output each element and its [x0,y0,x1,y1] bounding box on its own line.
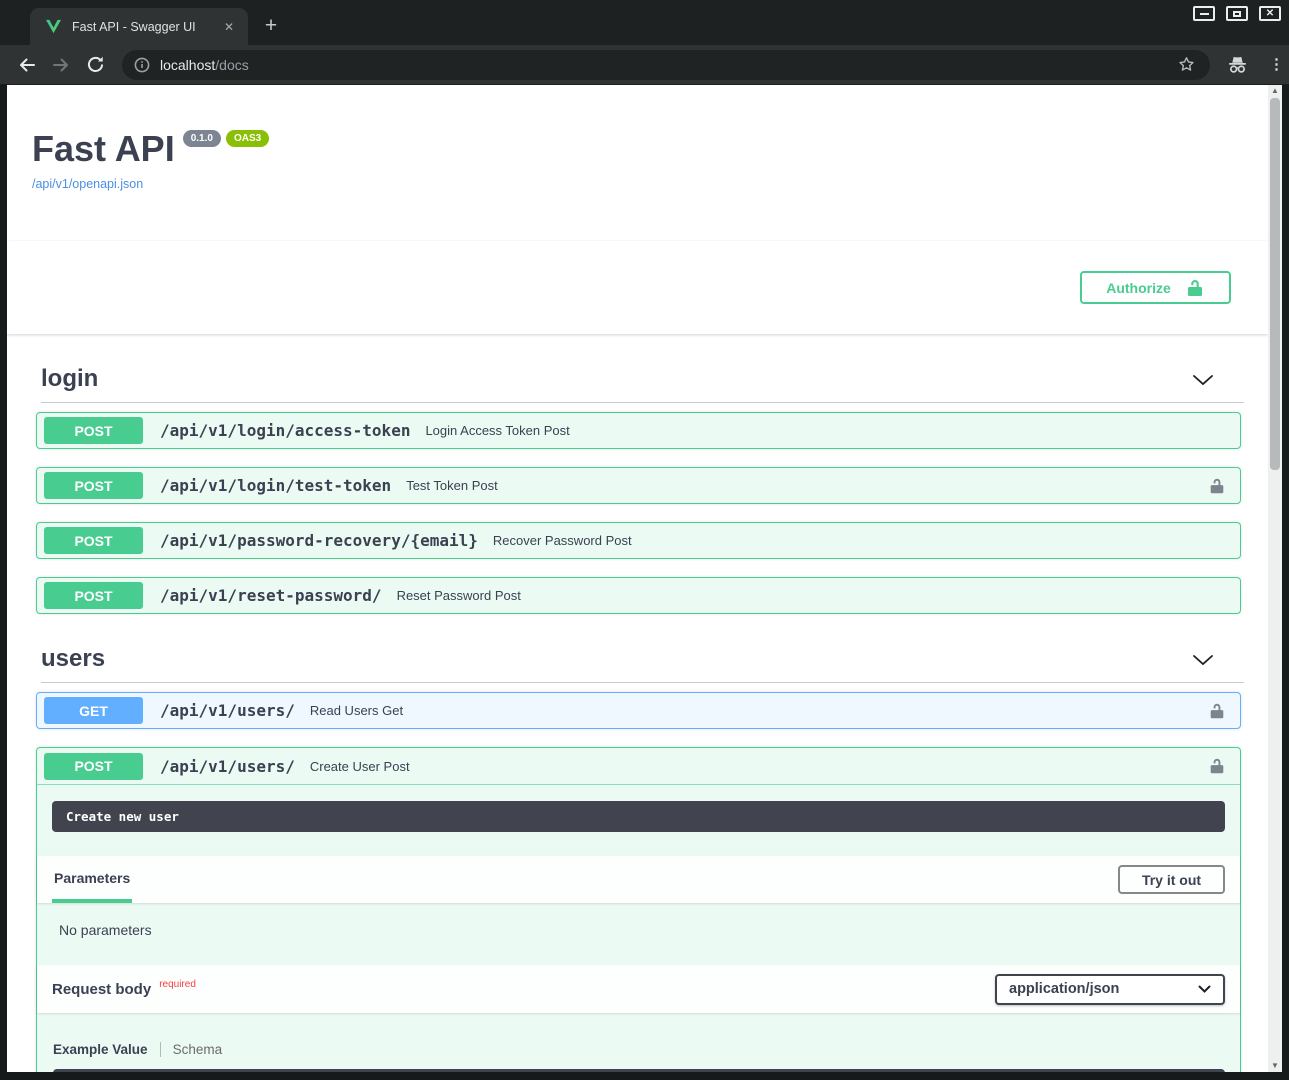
section-title: users [41,645,105,673]
unlock-icon [1208,477,1226,495]
endpoint-path: /api/v1/reset-password/ [160,586,382,605]
scroll-down-icon[interactable]: ▼ [1268,1060,1282,1072]
new-tab-icon[interactable]: + [258,14,284,38]
example-schema-tabs: Example Value Schema [53,1042,1225,1057]
endpoint-summary: Recover Password Post [493,533,632,548]
method-badge: GET [44,697,143,724]
parameters-tab-label: Parameters [54,870,130,886]
auth-lock-button[interactable] [1204,698,1230,724]
window-close-button[interactable]: ✕ [1259,6,1281,21]
version-badge: 0.1.0 [183,130,221,147]
url-path: /docs [215,57,248,73]
swagger-page: Fast API 0.1.0 OAS3 /api/v1/openapi.json A… [7,85,1268,1072]
tab-example-value[interactable]: Example Value [53,1042,160,1057]
forward-icon[interactable] [46,55,76,75]
back-icon[interactable] [12,55,42,75]
section-title: login [41,365,98,393]
example-code-block: { [53,1069,1225,1072]
address-bar[interactable]: localhost/docs [122,50,1210,80]
method-badge: POST [44,417,143,444]
endpoint-path: /api/v1/users/ [160,757,295,776]
tab-schema[interactable]: Schema [160,1042,223,1057]
minimize-icon [1200,13,1209,15]
endpoint-summary: Reset Password Post [397,588,521,603]
required-label: required [159,979,196,990]
scrollbar-thumb[interactable] [1270,98,1280,470]
page-title: Fast API [32,128,175,170]
no-parameters-text: No parameters [37,903,1240,965]
method-badge: POST [44,527,143,554]
scheme-container: Authorize [7,241,1268,334]
chevron-down-icon [1198,980,1211,998]
operation-row[interactable]: POST /api/v1/reset-password/ Reset Passw… [36,577,1241,614]
browser-toolbar: localhost/docs ⋮ [0,45,1289,85]
unlock-icon [1208,702,1226,720]
incognito-icon [1226,55,1249,74]
url-host: localhost [160,57,215,73]
endpoint-summary: Create User Post [310,759,410,774]
tab-parameters[interactable]: Parameters [52,856,132,903]
authorize-button[interactable]: Authorize [1080,271,1231,304]
operation-row[interactable]: POST /api/v1/password-recovery/{email} R… [36,522,1241,559]
section-header-users[interactable]: users [41,645,1244,683]
endpoint-summary: Test Token Post [406,478,498,493]
window-controls: ✕ [1193,6,1281,21]
operation-description-code: Create new user [52,801,1225,832]
window-maximize-button[interactable] [1226,6,1248,21]
endpoint-path: /api/v1/users/ [160,701,295,720]
unlock-icon [1185,278,1205,298]
tab-close-icon[interactable]: ✕ [220,18,238,36]
operation-row[interactable]: POST /api/v1/users/ Create User Post [37,748,1240,785]
maximize-icon [1233,11,1241,17]
model-example: Example Value Schema { [37,1013,1240,1072]
chevron-down-icon[interactable] [1192,653,1214,671]
unlock-icon [1208,757,1226,775]
operation-row[interactable]: POST /api/v1/login/test-token Test Token… [36,467,1241,504]
url-text: localhost/docs [160,57,249,73]
endpoint-summary: Login Access Token Post [425,423,569,438]
try-it-out-button[interactable]: Try it out [1118,865,1225,894]
oas-badge: OAS3 [226,130,269,147]
request-body-label: Request body [52,981,151,998]
method-badge: POST [44,582,143,609]
site-info-icon[interactable] [134,57,150,73]
content-type-value: application/json [1009,981,1119,997]
window-minimize-button[interactable] [1193,6,1215,21]
fastapi-favicon-v-icon [45,19,62,34]
users-operations: GET /api/v1/users/ Read Users Get POST /… [7,692,1268,1072]
chevron-down-icon[interactable] [1192,373,1214,391]
browser-menu-icon[interactable]: ⋮ [1269,57,1284,72]
browser-tab[interactable]: Fast API - Swagger UI ✕ [30,8,248,45]
auth-lock-button[interactable] [1204,753,1230,779]
method-badge: POST [44,753,143,780]
scroll-up-icon[interactable]: ▲ [1268,85,1282,97]
openapi-spec-link[interactable]: /api/v1/openapi.json [32,177,1268,191]
api-info: Fast API 0.1.0 OAS3 /api/v1/openapi.json [7,85,1268,191]
operation-row[interactable]: POST /api/v1/login/access-token Login Ac… [36,412,1241,449]
endpoint-path: /api/v1/login/test-token [160,476,391,495]
section-header-login[interactable]: login [41,365,1244,403]
browser-titlebar: Fast API - Swagger UI ✕ + ✕ [0,0,1289,45]
close-icon: ✕ [1266,9,1274,19]
toolbar-right: ⋮ [1226,55,1284,74]
method-badge: POST [44,472,143,499]
reload-icon[interactable] [80,55,110,75]
endpoint-path: /api/v1/password-recovery/{email} [160,531,478,550]
tab-title: Fast API - Swagger UI [72,20,220,34]
nav-buttons [0,55,110,75]
endpoint-path: /api/v1/login/access-token [160,421,410,440]
endpoint-summary: Read Users Get [310,703,403,718]
authorize-label: Authorize [1106,280,1171,296]
operation-row[interactable]: GET /api/v1/users/ Read Users Get [36,692,1241,729]
parameters-header: Parameters Try it out [37,856,1240,903]
operation-expanded: POST /api/v1/users/ Create User Post Cre… [36,747,1241,1072]
bookmark-star-icon[interactable] [1177,55,1196,79]
content-type-select[interactable]: application/json [995,974,1225,1005]
page-scrollbar[interactable]: ▲ ▼ [1268,85,1282,1072]
auth-lock-button[interactable] [1204,473,1230,499]
request-body-header: Request body required application/json [37,965,1240,1013]
login-operations: POST /api/v1/login/access-token Login Ac… [7,412,1268,614]
